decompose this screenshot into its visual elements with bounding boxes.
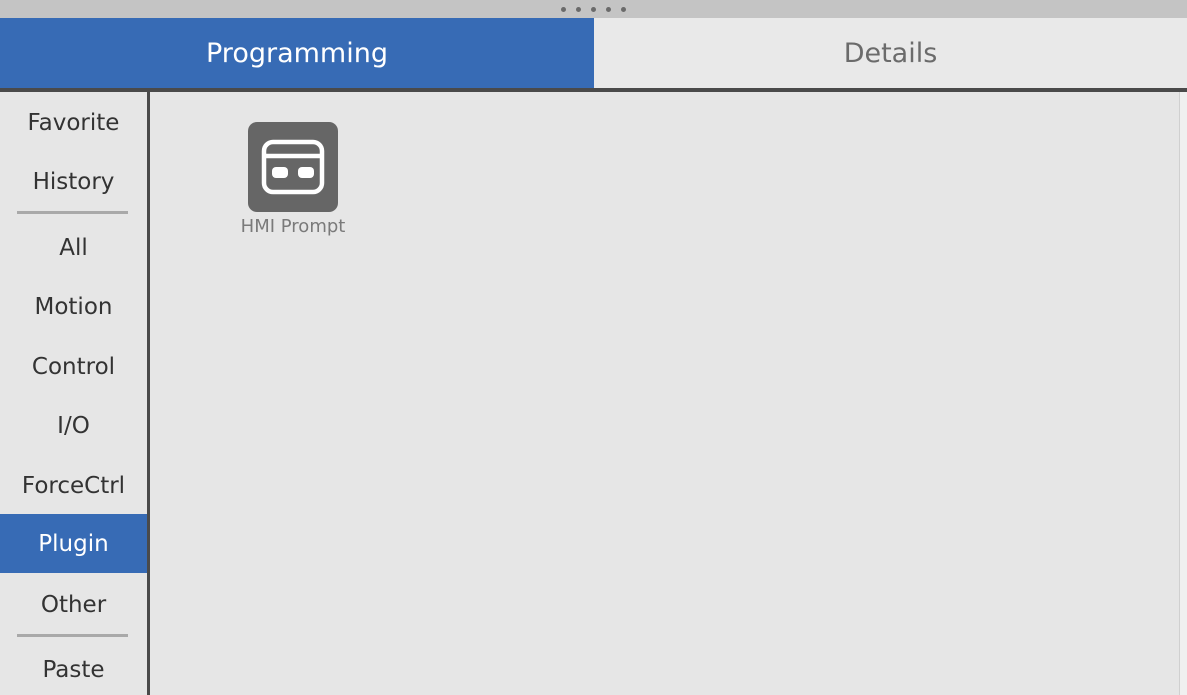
hmi-prompt-icon — [248, 122, 338, 212]
drag-dot — [606, 6, 611, 12]
hmi-prompt-glyph — [261, 139, 325, 195]
plugin-content-area: HMI Prompt — [150, 92, 1179, 695]
sidebar-item-favorite[interactable]: Favorite — [0, 93, 147, 152]
sidebar-item-motion[interactable]: Motion — [0, 277, 147, 336]
plugin-item-hmi-prompt[interactable]: HMI Prompt — [234, 122, 346, 237]
sidebar-separator — [17, 634, 128, 637]
app-window: Programming Details Favorite History All… — [0, 0, 1187, 695]
sidebar-separator — [17, 211, 128, 214]
sidebar-item-all[interactable]: All — [0, 218, 147, 277]
tab-programming[interactable]: Programming — [0, 18, 594, 88]
sidebar-item-paste[interactable]: Paste — [0, 640, 147, 695]
drag-dot — [576, 6, 581, 12]
plugin-item-label: HMI Prompt — [240, 216, 346, 237]
sidebar-item-forcectrl[interactable]: ForceCtrl — [0, 456, 147, 515]
sidebar-item-plugin[interactable]: Plugin — [0, 514, 147, 573]
category-sidebar: Favorite History All Motion Control I/O … — [0, 92, 147, 695]
tab-details[interactable]: Details — [594, 18, 1187, 88]
sidebar-item-other[interactable]: Other — [0, 575, 147, 634]
sidebar-item-io[interactable]: I/O — [0, 396, 147, 455]
tab-bar: Programming Details — [0, 18, 1187, 88]
right-scroll-edge — [1179, 92, 1187, 695]
sidebar-item-control[interactable]: Control — [0, 337, 147, 396]
drag-handle[interactable] — [561, 6, 626, 12]
drag-dot — [561, 6, 566, 12]
drag-dot — [621, 6, 626, 12]
drag-dot — [591, 6, 596, 12]
sidebar-item-history[interactable]: History — [0, 152, 147, 211]
drag-handle-bar[interactable] — [0, 0, 1187, 18]
